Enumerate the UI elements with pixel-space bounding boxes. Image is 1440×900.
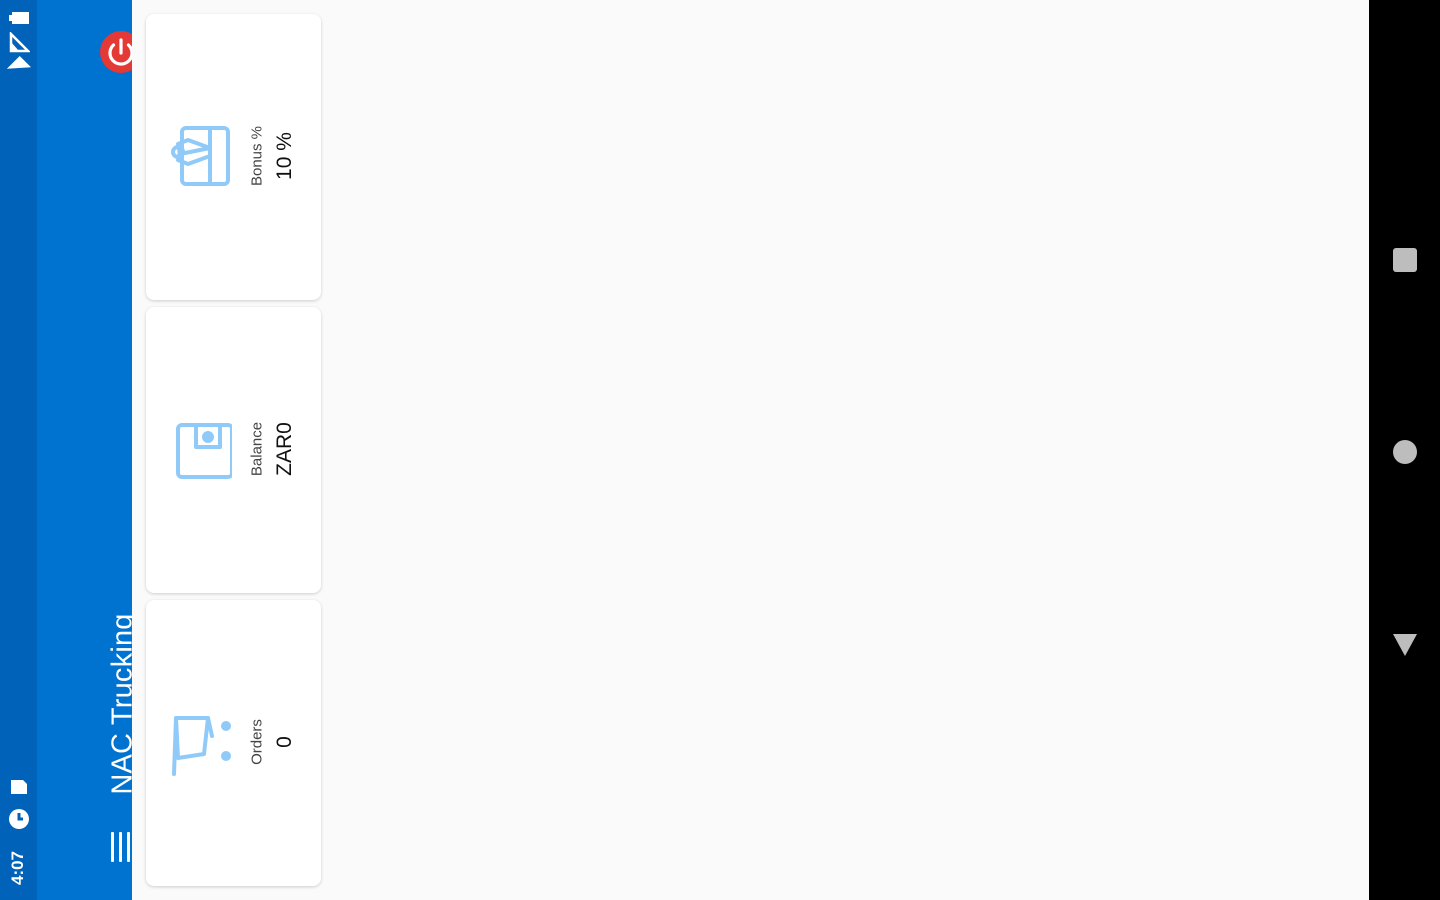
- balance-value: ZAR0: [273, 422, 296, 476]
- wallet-icon: [176, 423, 232, 479]
- home-button[interactable]: [1391, 438, 1419, 466]
- balance-label: Balance: [248, 421, 266, 477]
- signal-icon: [9, 32, 30, 53]
- bonus-value: 10 %: [273, 132, 296, 180]
- wifi-icon: [7, 56, 31, 69]
- bonus-card[interactable]: Bonus % 10 %: [146, 14, 321, 300]
- app-toolbar: NAC Trucking: [37, 0, 142, 900]
- recents-button[interactable]: [1391, 246, 1419, 274]
- status-bar: 4:07: [0, 0, 37, 900]
- gift-card-icon: [171, 126, 230, 186]
- sd-card-icon: [11, 780, 27, 794]
- shopping-cart-icon: [172, 716, 231, 776]
- back-button[interactable]: [1391, 630, 1419, 658]
- orders-label: Orders: [248, 719, 266, 765]
- battery-icon: [9, 12, 29, 24]
- balance-card[interactable]: Balance ZAR0: [146, 307, 321, 593]
- app-screen: 4:07 NAC Trucking Bonus % 10 % Balance Z…: [0, 0, 1440, 900]
- status-time: 4:07: [8, 850, 27, 886]
- hamburger-menu-icon[interactable]: [107, 830, 135, 864]
- orders-value: 0: [273, 736, 296, 748]
- bonus-label: Bonus %: [248, 125, 266, 187]
- orders-card[interactable]: Orders 0: [146, 600, 321, 886]
- system-nav-bar: [1369, 0, 1440, 900]
- sync-icon: [9, 809, 29, 829]
